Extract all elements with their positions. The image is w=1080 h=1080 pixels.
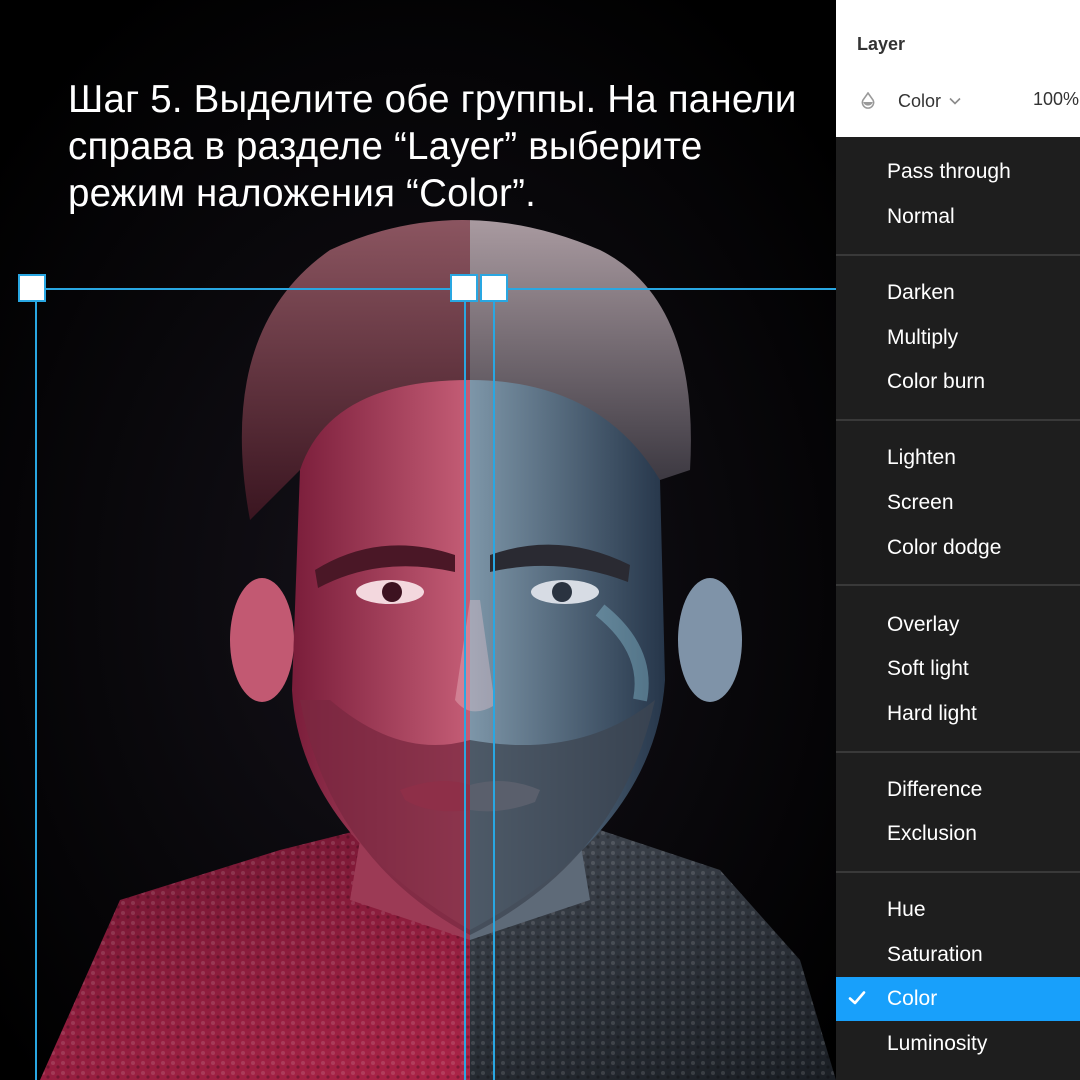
selection-frame-right-top xyxy=(494,288,836,290)
menu-item-overlay[interactable]: Overlay xyxy=(836,603,1080,647)
menu-item-pass-through[interactable]: Pass through xyxy=(836,150,1080,194)
menu-separator xyxy=(836,254,1080,256)
selection-frame-left-right-edge xyxy=(464,288,466,1080)
menu-item-screen[interactable]: Screen xyxy=(836,481,1080,525)
menu-item-normal[interactable]: Normal xyxy=(836,195,1080,239)
blend-mode-menu: Pass through Normal Darken Multiply Colo… xyxy=(836,137,1080,1080)
menu-item-difference[interactable]: Difference xyxy=(836,768,1080,812)
menu-separator xyxy=(836,871,1080,873)
menu-item-color-burn[interactable]: Color burn xyxy=(836,360,1080,404)
drop-icon xyxy=(861,92,875,109)
resize-handle-top-left[interactable] xyxy=(18,274,46,302)
menu-item-lighten[interactable]: Lighten xyxy=(836,436,1080,480)
blend-mode-row: Color xyxy=(860,86,961,116)
menu-item-luminosity[interactable]: Luminosity xyxy=(836,1022,1080,1066)
menu-item-hard-light[interactable]: Hard light xyxy=(836,692,1080,736)
layer-panel: Layer Color 100% xyxy=(836,0,1080,137)
resize-handle-top-middle-right[interactable] xyxy=(480,274,508,302)
chevron-down-icon xyxy=(949,97,961,105)
menu-item-color[interactable]: Color xyxy=(836,977,1080,1021)
instruction-text: Шаг 5. Выделите обе группы. На панели сп… xyxy=(68,78,797,215)
menu-separator xyxy=(836,584,1080,586)
blend-mode-value: Color xyxy=(898,90,942,111)
menu-item-exclusion[interactable]: Exclusion xyxy=(836,812,1080,856)
layer-panel-title: Layer xyxy=(857,34,906,54)
selection-frame-left-edge xyxy=(35,288,37,1080)
resize-handle-top-middle-left[interactable] xyxy=(450,274,478,302)
menu-item-soft-light[interactable]: Soft light xyxy=(836,647,1080,691)
selection-frame-right-left-edge xyxy=(493,288,495,1080)
selection-frame-left-top xyxy=(33,288,465,290)
menu-separator xyxy=(836,419,1080,421)
blend-mode-dropdown[interactable]: Color xyxy=(898,91,961,112)
menu-item-hue[interactable]: Hue xyxy=(836,888,1080,932)
menu-item-color-label: Color xyxy=(887,987,938,1010)
menu-item-multiply[interactable]: Multiply xyxy=(836,316,1080,360)
menu-separator xyxy=(836,751,1080,753)
menu-item-color-dodge[interactable]: Color dodge xyxy=(836,526,1080,570)
menu-item-darken[interactable]: Darken xyxy=(836,271,1080,315)
canvas[interactable]: Шаг 5. Выделите обе группы. На панели сп… xyxy=(0,0,836,1080)
opacity-field[interactable]: 100% xyxy=(1033,89,1079,110)
menu-item-saturation[interactable]: Saturation xyxy=(836,933,1080,977)
check-icon xyxy=(848,991,866,1005)
